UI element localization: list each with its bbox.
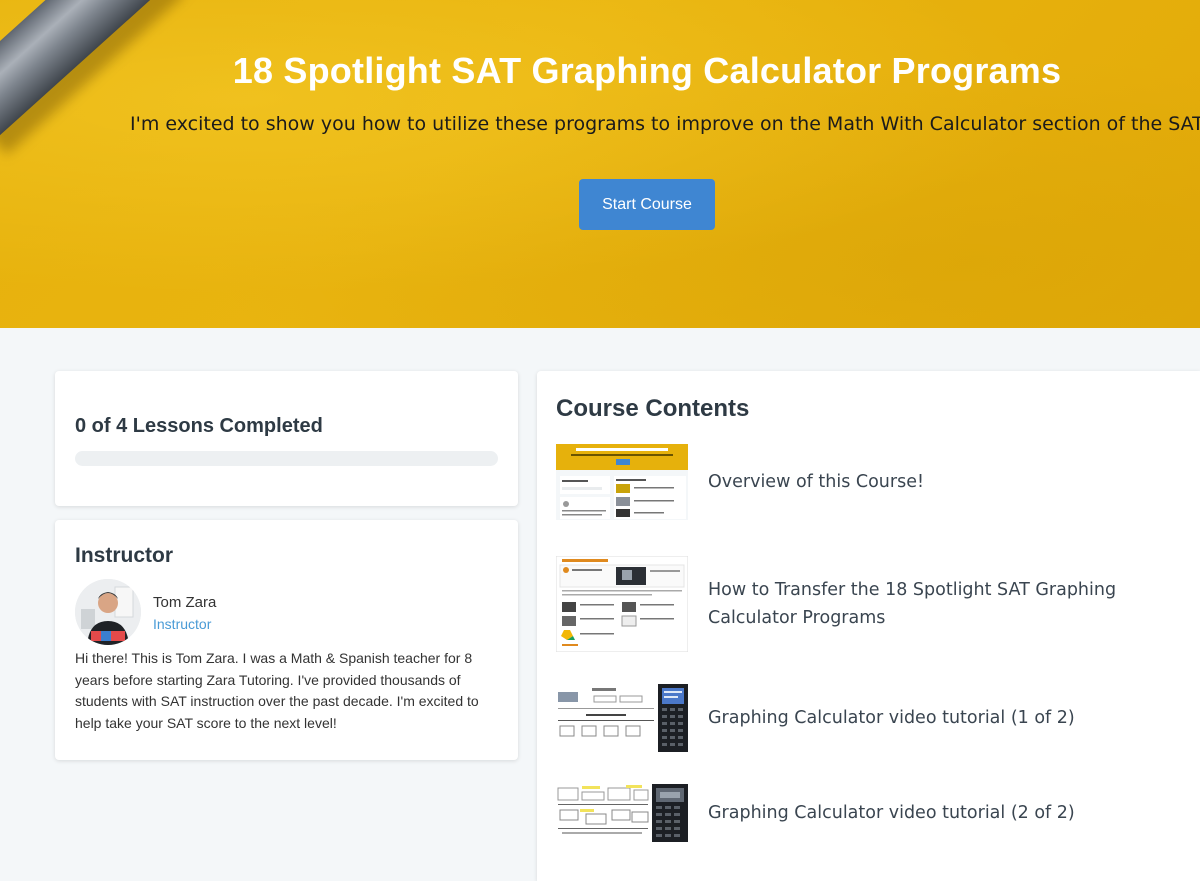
lessons-completed-label: 0 of 4 Lessons Completed [75,415,323,437]
instructor-role-link[interactable]: Instructor [153,616,211,632]
start-course-button[interactable]: Start Course [579,179,715,230]
lesson-thumbnail [556,444,688,520]
lesson-item-video-tutorial-2[interactable]: Graphing Calculator video tutorial (2 of… [556,784,1196,842]
instructor-heading: Instructor [75,544,174,567]
instructor-card: Instructor Tom Zara Instructor Hi there!… [55,520,518,760]
instructor-avatar [75,579,141,645]
lesson-title[interactable]: Overview of this Course! [708,468,924,496]
course-title: 18 Spotlight SAT Graphing Calculator Pro… [232,50,1062,91]
lesson-title[interactable]: Graphing Calculator video tutorial (2 of… [708,799,1075,827]
progress-bar [75,451,498,466]
lesson-thumbnail [556,556,688,652]
instructor-name: Tom Zara [153,594,217,611]
lesson-item-video-tutorial-1[interactable]: Graphing Calculator video tutorial (1 of… [556,684,1196,752]
lesson-thumbnail [556,684,688,752]
course-contents-heading: Course Contents [556,395,750,422]
lesson-item-overview[interactable]: Overview of this Course! [556,444,1196,520]
course-subtitle: I'm excited to show you how to utilize t… [130,113,1200,135]
lesson-title[interactable]: How to Transfer the 18 Spotlight SAT Gra… [708,576,1196,632]
lesson-item-transfer-programs[interactable]: How to Transfer the 18 Spotlight SAT Gra… [556,556,1196,652]
instructor-bio: Hi there! This is Tom Zara. I was a Math… [75,650,479,731]
lesson-title[interactable]: Graphing Calculator video tutorial (1 of… [708,704,1075,732]
course-hero-banner: 18 Spotlight SAT Graphing Calculator Pro… [0,0,1200,328]
course-contents-panel: Course Contents Overview of this Course!… [537,371,1200,881]
lesson-thumbnail [556,784,688,842]
progress-card: 0 of 4 Lessons Completed [55,371,518,506]
